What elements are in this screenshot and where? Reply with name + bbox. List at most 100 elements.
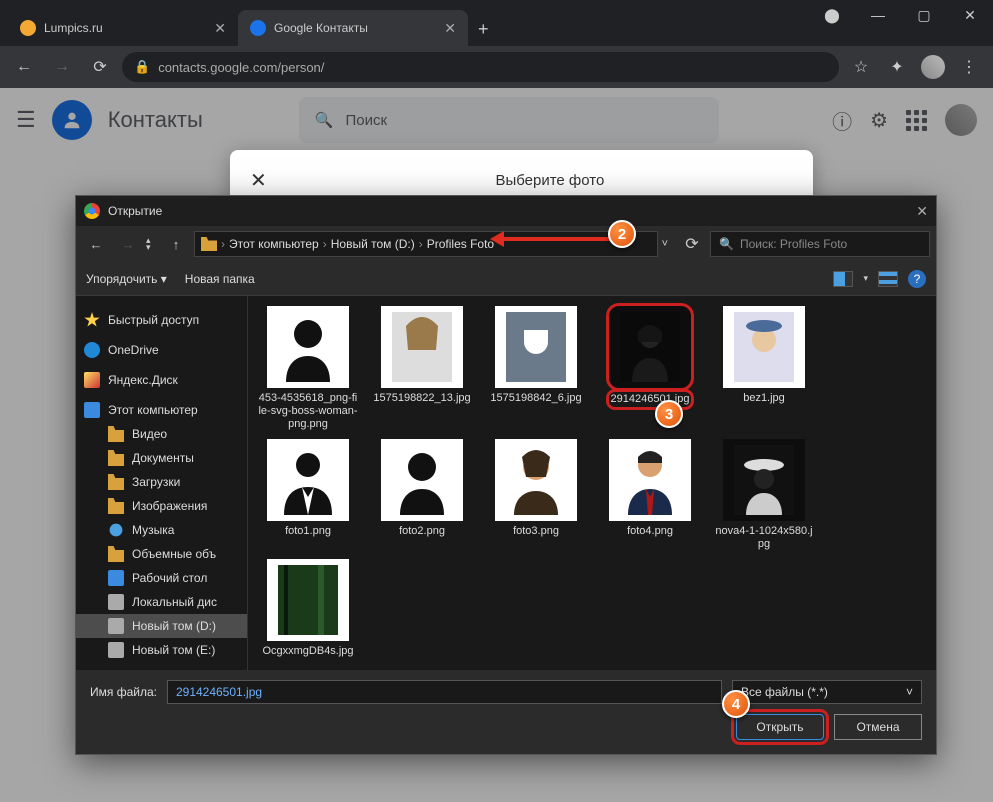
file-item[interactable]: 1575198822_13.jpg [372, 306, 472, 431]
close-button[interactable]: ✕ [947, 0, 993, 30]
breadcrumb-item[interactable]: Profiles Foto [427, 237, 494, 251]
file-item[interactable]: OcgxxmgDB4s.jpg [258, 559, 358, 658]
sidebar-item[interactable]: Быстрый доступ [76, 308, 247, 332]
menu-icon[interactable]: ☰ [16, 107, 36, 133]
close-icon[interactable]: ✕ [214, 20, 226, 37]
file-item[interactable]: 453-4535618_png-file-svg-boss-woman-png.… [258, 306, 358, 431]
dialog-titlebar[interactable]: Открытие ✕ [76, 196, 936, 226]
sidebar-item[interactable]: Новый том (E:) [76, 638, 247, 662]
music-icon [108, 522, 124, 538]
file-item[interactable]: 1575198842_6.jpg [486, 306, 586, 431]
sidebar-item[interactable]: Яндекс.Диск [76, 368, 247, 392]
settings-icon[interactable]: ⚙ [870, 108, 888, 133]
sidebar-item-label: Новый том (E:) [132, 643, 215, 657]
forward-button[interactable]: → [114, 230, 142, 258]
disk-icon [108, 594, 124, 610]
tab-contacts[interactable]: Google Контакты ✕ [238, 10, 468, 46]
filename-input[interactable] [167, 680, 722, 704]
history-dropdown[interactable]: ▴▾ [146, 237, 158, 251]
sidebar-item[interactable]: OneDrive [76, 338, 247, 362]
file-name: foto3.png [513, 525, 559, 538]
file-item[interactable]: foto2.png [372, 439, 472, 551]
bookmark-icon[interactable]: ☆ [845, 51, 877, 83]
sidebar-item[interactable]: Документы [76, 446, 247, 470]
file-item[interactable]: 2914246501.jpg [600, 306, 700, 431]
dialog-body: Быстрый доступ OneDrive Яндекс.Диск Этот ко… [76, 296, 936, 670]
extensions-icon[interactable]: ✦ [881, 51, 913, 83]
view-details-icon[interactable] [878, 271, 898, 287]
sidebar-item[interactable]: Новый том (D:) [76, 614, 247, 638]
sidebar-item[interactable]: Видео [76, 422, 247, 446]
folder-icon [108, 546, 124, 562]
sidebar-item[interactable]: Изображения [76, 494, 247, 518]
cancel-button[interactable]: Отмена [834, 714, 922, 740]
forward-button[interactable]: → [46, 51, 78, 83]
file-item[interactable]: foto3.png [486, 439, 586, 551]
organize-button[interactable]: Упорядочить ▾ [86, 272, 167, 286]
search-input[interactable]: 🔍 Поиск [299, 97, 719, 143]
file-item[interactable]: nova4-1-1024x580.jpg [714, 439, 814, 551]
close-icon[interactable]: ✕ [230, 168, 287, 193]
dialog-footer: Имя файла: Все файлы (*.*)˅ Открыть Отме… [76, 670, 936, 754]
disk-icon [108, 618, 124, 634]
dialog-sidebar: Быстрый доступ OneDrive Яндекс.Диск Этот ко… [76, 296, 248, 670]
sidebar-item[interactable]: Этот компьютер [76, 398, 247, 422]
browser-titlebar: Lumpics.ru ✕ Google Контакты ✕ + ⬤ — ▢ ✕ [0, 0, 993, 46]
search-icon: 🔍 [719, 237, 734, 251]
ydisk-icon [84, 372, 100, 388]
profile-avatar[interactable] [917, 51, 949, 83]
minimize-button[interactable]: — [855, 0, 901, 30]
close-icon[interactable]: ✕ [916, 203, 928, 220]
url-text: contacts.google.com/person/ [158, 60, 324, 75]
sidebar-item[interactable]: Объемные объ [76, 542, 247, 566]
folder-icon [108, 426, 124, 442]
comp-icon [84, 402, 100, 418]
file-item[interactable]: foto1.png [258, 439, 358, 551]
refresh-button[interactable]: ⟳ [678, 231, 706, 257]
annotation-badge-2: 2 [608, 220, 636, 248]
help-icon[interactable]: ⓘ [832, 106, 852, 135]
help-icon[interactable]: ? [908, 270, 926, 288]
maximize-button[interactable]: ▢ [901, 0, 947, 30]
menu-icon[interactable]: ⋮ [953, 51, 985, 83]
sidebar-item-label: Объемные объ [132, 547, 216, 561]
modal-title: Выберите фото [287, 172, 813, 189]
folder-icon [108, 450, 124, 466]
back-button[interactable]: ← [82, 230, 110, 258]
filetype-select[interactable]: Все файлы (*.*)˅ [732, 680, 922, 704]
search-input[interactable]: 🔍 Поиск: Profiles Foto [710, 231, 930, 257]
file-item[interactable]: foto4.png [600, 439, 700, 551]
open-button[interactable]: Открыть [736, 714, 824, 740]
file-item[interactable]: bez1.jpg [714, 306, 814, 431]
back-button[interactable]: ← [8, 51, 40, 83]
tab-lumpics[interactable]: Lumpics.ru ✕ [8, 10, 238, 46]
sidebar-item[interactable]: Загрузки [76, 470, 247, 494]
view-thumbnails-icon[interactable] [833, 271, 853, 287]
sidebar-item[interactable]: Рабочий стол [76, 566, 247, 590]
desktop-icon [108, 570, 124, 586]
reload-button[interactable]: ⟳ [84, 51, 116, 83]
favicon-icon [20, 20, 36, 36]
breadcrumb-item[interactable]: Новый том (D:) [331, 237, 415, 251]
up-button[interactable]: ↑ [162, 230, 190, 258]
sidebar-item[interactable]: Музыка [76, 518, 247, 542]
thumbnail [723, 306, 805, 388]
sidebar-item[interactable]: Локальный дис [76, 590, 247, 614]
new-tab-button[interactable]: + [468, 19, 499, 40]
apps-icon[interactable] [906, 110, 927, 131]
sidebar-item-label: Рабочий стол [132, 571, 207, 585]
close-icon[interactable]: ✕ [444, 20, 456, 37]
new-folder-button[interactable]: Новая папка [185, 272, 255, 286]
search-placeholder: Поиск [345, 112, 387, 129]
thumbnail [267, 306, 349, 388]
dialog-title: Открытие [108, 204, 162, 218]
filename-label: Имя файла: [90, 685, 157, 699]
window-controls: ⬤ — ▢ ✕ [809, 0, 993, 30]
address-bar[interactable]: 🔒 contacts.google.com/person/ [122, 52, 839, 82]
cloud-icon [84, 342, 100, 358]
thumbnail [723, 439, 805, 521]
account-avatar[interactable] [945, 104, 977, 136]
window-button[interactable]: ⬤ [809, 0, 855, 30]
thumbnail [267, 559, 349, 641]
breadcrumb-item[interactable]: Этот компьютер [229, 237, 319, 251]
